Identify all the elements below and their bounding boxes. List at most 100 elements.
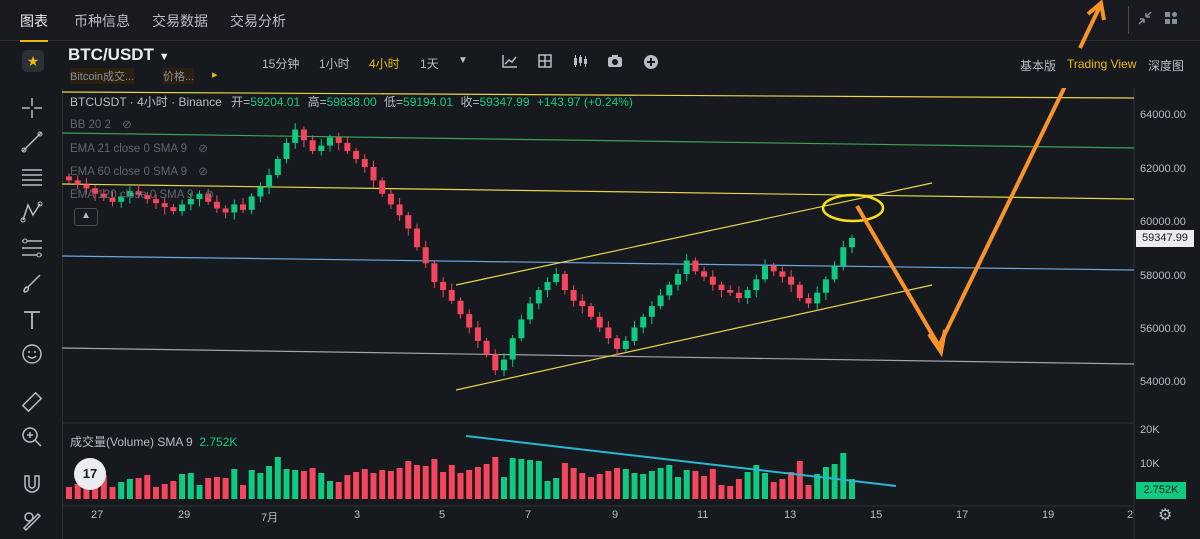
favorite-star-icon[interactable]: ★	[22, 50, 44, 72]
pattern-icon[interactable]	[20, 200, 44, 224]
volume-bar	[683, 470, 690, 499]
channel-lower-line[interactable]	[455, 284, 933, 391]
candle-body	[422, 247, 429, 264]
brush-icon[interactable]	[20, 272, 44, 296]
candle-body	[231, 204, 238, 213]
collapse-icon[interactable]	[1136, 10, 1154, 28]
price-tick: 60000.00	[1140, 216, 1186, 228]
fib-tool-icon[interactable]	[20, 236, 44, 260]
candle-body	[588, 306, 594, 317]
support-line-blue[interactable]	[62, 255, 1135, 271]
hidden-eye-icon[interactable]: ⊘	[205, 189, 215, 201]
candle-body	[762, 265, 768, 280]
candle-body	[74, 180, 81, 185]
support-line-grey[interactable]	[62, 347, 1135, 365]
view-trading-view[interactable]: Trading View	[1067, 57, 1136, 71]
price-chart[interactable]	[62, 88, 1200, 539]
volume-bar	[327, 481, 333, 499]
hidden-eye-icon[interactable]: ⊘	[198, 166, 208, 178]
candles-icon[interactable]	[572, 54, 588, 68]
projection-arrow-down[interactable]	[855, 204, 941, 348]
horizontal-lines-icon[interactable]	[20, 165, 44, 189]
volume-bar	[727, 486, 734, 499]
resistance-line-green[interactable]	[62, 132, 1135, 149]
volume-bar	[431, 459, 438, 499]
chart-type-icon[interactable]	[502, 54, 518, 68]
chart-settings-icon[interactable]: ⚙	[1158, 505, 1172, 525]
candle-body	[335, 137, 342, 143]
volume-bar	[544, 481, 551, 499]
current-volume-label: 2.752K	[1136, 482, 1186, 499]
indicator-ema60-label: EMA 60 close 0 SMA 9	[70, 166, 187, 178]
volume-bar	[318, 473, 325, 499]
volume-bar	[805, 485, 812, 499]
candle-body	[283, 142, 290, 159]
candle-body	[361, 158, 368, 167]
drawing-toolbar	[0, 88, 63, 539]
candle-body	[222, 208, 229, 213]
volume-bar	[779, 479, 786, 499]
volume-bar	[831, 464, 838, 499]
view-basic[interactable]: 基本版	[1020, 57, 1056, 74]
hidden-eye-icon[interactable]: ⊘	[198, 143, 208, 155]
timeframe-1h[interactable]: 1小时	[319, 55, 350, 72]
hidden-eye-icon[interactable]: ⊘	[122, 119, 132, 131]
candle-body	[553, 274, 560, 283]
volume-bar	[622, 469, 629, 499]
candle-body	[414, 228, 420, 248]
lock-drawing-icon[interactable]	[20, 508, 44, 532]
resistance-line-yellow[interactable]	[62, 183, 1135, 200]
candle-body	[735, 292, 742, 299]
indicator-ema60[interactable]: EMA 60 close 0 SMA 9 ⊘	[70, 164, 208, 178]
text-tool-icon[interactable]	[20, 308, 44, 332]
nav-divider	[1128, 6, 1129, 34]
tab-coin-info[interactable]: 币种信息	[74, 11, 130, 31]
candle-body	[535, 290, 542, 304]
add-icon[interactable]	[643, 54, 659, 69]
volume-bar	[335, 482, 342, 499]
volume-bar	[274, 457, 281, 499]
volume-value: 2.752K	[199, 435, 238, 449]
timeframe-more-icon[interactable]: ▼	[458, 55, 468, 66]
change-value: +143.97 (+0.24%)	[536, 95, 633, 109]
open-label: 开=	[231, 95, 251, 109]
indicator-ema120[interactable]: EMA 120 close 0 SMA 9 ⊘	[70, 187, 214, 201]
ohlc-legend: BTCUSDT · 4小时 · Binance 开=59204.01 高=598…	[70, 93, 633, 110]
candle-body	[770, 265, 777, 272]
tab-chart[interactable]: 图表	[20, 11, 48, 42]
candle-body	[405, 215, 412, 229]
view-depth[interactable]: 深度图	[1148, 57, 1184, 74]
crosshair-icon[interactable]	[20, 96, 44, 120]
trendline-icon[interactable]	[20, 130, 44, 154]
tab-trading-data[interactable]: 交易数据	[152, 11, 208, 31]
candle-body	[831, 265, 838, 280]
arrow-top-overlay	[1078, 0, 1106, 49]
volume-bar	[788, 472, 795, 499]
indicator-ema21[interactable]: EMA 21 close 0 SMA 9 ⊘	[70, 141, 208, 155]
symbol-selector[interactable]: BTC/USDT ▼	[68, 45, 170, 65]
tradingview-logo-icon: 17	[74, 458, 106, 490]
indicator-bb[interactable]: BB 20 2 ⊘	[70, 117, 132, 131]
indicators-icon[interactable]	[537, 54, 553, 68]
candle-body	[744, 290, 751, 299]
candle-body	[675, 274, 681, 285]
timeframe-15m[interactable]: 15分钟	[262, 55, 299, 72]
indicator-ema120-label: EMA 120 close 0 SMA 9	[70, 189, 194, 201]
volume-bar	[361, 469, 368, 499]
timeframe-4h[interactable]: 4小时	[369, 55, 400, 72]
emoji-icon[interactable]	[20, 342, 44, 366]
camera-icon[interactable]	[607, 54, 623, 68]
collapse-indicators-button[interactable]: ▲	[74, 208, 98, 226]
volume-bar	[344, 475, 351, 499]
projection-arrow-up[interactable]	[937, 88, 1102, 347]
candle-body	[431, 263, 438, 283]
zoom-in-icon[interactable]	[20, 425, 44, 449]
volume-bar	[735, 479, 742, 499]
layout-grid-icon[interactable]	[1162, 10, 1180, 28]
ruler-icon[interactable]	[20, 390, 44, 414]
candle-body	[727, 290, 734, 293]
highlight-ellipse[interactable]	[821, 193, 885, 223]
tab-trading-analysis[interactable]: 交易分析	[230, 11, 286, 31]
timeframe-1d[interactable]: 1天	[420, 55, 439, 72]
magnet-icon[interactable]	[20, 472, 44, 496]
